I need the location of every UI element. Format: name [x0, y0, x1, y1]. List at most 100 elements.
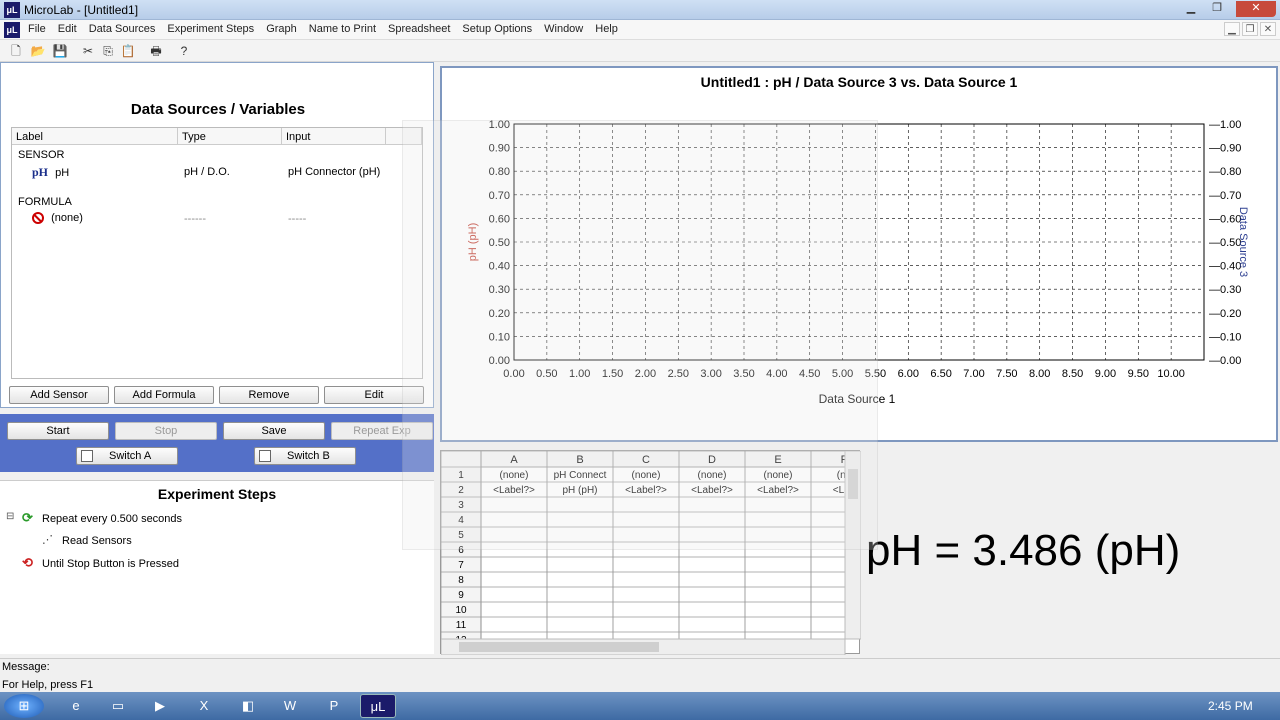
row-number[interactable]: 8 [458, 575, 464, 586]
data-sources-table: Label Type Input SENSOR pH pH pH / D.O. … [11, 127, 423, 379]
new-file-icon[interactable]: 🗋 [8, 43, 24, 59]
read-sensors-icon: ⋰ [42, 534, 53, 546]
powerpoint-icon[interactable]: P [316, 694, 352, 718]
y2-tick-label: —0.20 [1209, 308, 1241, 320]
sensor-input: pH Connector (pH) [288, 166, 381, 178]
horizontal-scroll-thumb[interactable] [459, 642, 659, 652]
x-tick-label: 6.50 [930, 368, 951, 380]
y2-tick-label: —0.00 [1209, 355, 1241, 367]
formula-input: ----- [288, 213, 307, 225]
media-player-icon[interactable]: ▶ [142, 694, 178, 718]
x-tick-label: 7.50 [996, 368, 1017, 380]
experiment-steps-title: Experiment Steps [157, 486, 277, 502]
experiment-steps-panel: Experiment Steps ⊟ ⟳ Repeat every 0.500 … [0, 480, 434, 654]
start-button[interactable]: Start [7, 422, 109, 440]
step-read-sensors[interactable]: Read Sensors [62, 535, 132, 547]
microlab-taskbar-icon[interactable]: μL [360, 694, 396, 718]
print-icon[interactable]: 🖶 [148, 43, 164, 59]
experiment-controls: Start Stop Save Repeat Exp Switch A Swit… [0, 414, 434, 472]
y2-tick-label: —0.70 [1209, 190, 1241, 202]
stop-button[interactable]: Stop [115, 422, 217, 440]
file-explorer-icon[interactable]: ▭ [100, 694, 136, 718]
switch-a-label: Switch A [109, 450, 152, 462]
data-sources-panel: Data Sources / Variables Label Type Inpu… [0, 62, 434, 408]
menu-experiment-steps[interactable]: Experiment Steps [167, 23, 254, 35]
collapse-toggle-icon[interactable]: ⊟ [6, 511, 14, 522]
start-orb-icon[interactable]: ⊞ [4, 694, 44, 718]
until-loop-icon: ⟲ [22, 555, 33, 570]
sensor-row[interactable]: pH pH [32, 165, 69, 180]
mdi-minimize-button[interactable]: ▁ [1224, 22, 1240, 36]
add-sensor-button[interactable]: Add Sensor [9, 386, 109, 404]
formula-row[interactable]: (none) [32, 212, 83, 225]
live-readout: pH = 3.486 (pH) [866, 526, 1181, 575]
pdf-reader-icon[interactable]: ◧ [230, 694, 266, 718]
x-tick-label: 9.00 [1095, 368, 1116, 380]
save-button[interactable]: Save [223, 422, 325, 440]
y2-tick-label: —0.10 [1209, 331, 1241, 343]
y2-axis-ticks: —0.00 —0.10 —0.20 —0.30 —0.40 —0.50 —0.60 —0.70… [1209, 119, 1241, 367]
switch-b-toggle[interactable]: Switch B [254, 447, 356, 465]
menu-edit[interactable]: Edit [58, 23, 77, 35]
step-until-stop[interactable]: Until Stop Button is Pressed [42, 558, 179, 570]
step-repeat[interactable]: Repeat every 0.500 seconds [42, 513, 182, 525]
internet-explorer-icon[interactable]: e [58, 694, 94, 718]
taskbar: ⊞ e ▭ ▶ X ◧ W P μL 2:45 PM [0, 692, 1280, 720]
data-sources-title: Data Sources / Variables [130, 101, 306, 118]
menu-setup-options[interactable]: Setup Options [462, 23, 532, 35]
mdi-close-button[interactable]: ✕ [1260, 22, 1276, 36]
y2-axis-label: Data Source 3 [1237, 207, 1249, 277]
word-icon[interactable]: W [272, 694, 308, 718]
menu-window[interactable]: Window [544, 23, 583, 35]
menu-bar: μL File Edit Data Sources Experiment Ste… [0, 20, 1280, 40]
mdi-restore-button[interactable]: ❐ [1242, 22, 1258, 36]
excel-icon[interactable]: X [186, 694, 222, 718]
minimize-button[interactable]: ▁ [1180, 1, 1202, 17]
x-tick-label: 8.00 [1029, 368, 1050, 380]
column-header-input[interactable]: Input [282, 128, 386, 145]
prohibited-icon [32, 212, 44, 225]
close-button[interactable]: ✕ [1236, 1, 1276, 17]
menu-help[interactable]: Help [595, 23, 618, 35]
add-formula-button[interactable]: Add Formula [114, 386, 214, 404]
system-clock: 2:45 PM [1208, 699, 1253, 713]
y2-tick-label: —1.00 [1209, 119, 1241, 131]
title-bar: μL MicroLab - [Untitled1] ▁ ❐ ✕ [0, 0, 1280, 20]
y2-tick-label: —0.30 [1209, 284, 1241, 296]
x-tick-label: 10.00 [1157, 368, 1185, 380]
message-label: Message: [2, 661, 50, 673]
column-header-type[interactable]: Type [178, 128, 282, 145]
copy-icon[interactable]: ⎘ [100, 43, 116, 59]
row-number[interactable]: 10 [455, 605, 467, 616]
sensor-type: pH / D.O. [184, 166, 230, 178]
formula-group-label: FORMULA [18, 196, 72, 208]
column-header-label[interactable]: Label [12, 128, 178, 145]
open-folder-icon[interactable]: 📂 [30, 43, 46, 59]
menu-data-sources[interactable]: Data Sources [89, 23, 156, 35]
y2-tick-label: —0.60 [1209, 213, 1241, 225]
repeat-loop-icon: ⟳ [22, 510, 33, 525]
status-bar: Message: For Help, press F1 [0, 658, 1280, 692]
row-number[interactable]: 7 [458, 560, 464, 571]
fading-dialog-overlay [402, 120, 878, 550]
help-hint: For Help, press F1 [2, 679, 94, 691]
row-number[interactable]: 11 [456, 620, 467, 631]
remove-button[interactable]: Remove [219, 386, 319, 404]
row-number[interactable]: 9 [458, 590, 464, 601]
save-icon[interactable]: 💾 [52, 43, 68, 59]
y2-tick-label: —0.90 [1209, 143, 1241, 155]
menu-name-to-print[interactable]: Name to Print [309, 23, 376, 35]
maximize-button[interactable]: ❐ [1206, 1, 1228, 17]
help-icon[interactable]: ? [176, 43, 192, 59]
menu-file[interactable]: File [28, 23, 46, 35]
cut-icon[interactable]: ✂ [80, 43, 96, 59]
switch-a-toggle[interactable]: Switch A [76, 447, 178, 465]
x-tick-label: 9.50 [1128, 368, 1149, 380]
sensor-group-label: SENSOR [18, 149, 65, 161]
switch-a-checkbox[interactable] [81, 450, 93, 463]
switch-b-checkbox[interactable] [259, 450, 271, 463]
menu-spreadsheet[interactable]: Spreadsheet [388, 23, 450, 35]
paste-icon[interactable]: 📋 [120, 43, 136, 59]
menu-graph[interactable]: Graph [266, 23, 297, 35]
document-icon[interactable]: μL [4, 22, 20, 38]
